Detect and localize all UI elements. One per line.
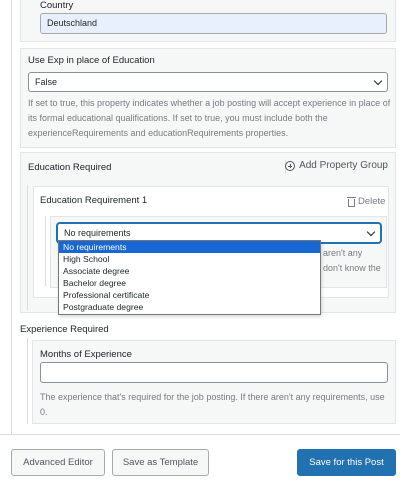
country-label: Country xyxy=(40,0,74,11)
education-help-visible-1: aren't any xyxy=(323,248,363,258)
trash-icon xyxy=(347,196,356,207)
education-help-visible-2: don't know the xyxy=(323,263,381,273)
save-as-template-button[interactable]: Save as Template xyxy=(112,449,209,476)
add-property-group-button[interactable]: Add Property Group xyxy=(285,160,388,171)
education-label: Education Required xyxy=(28,162,112,173)
add-circle-icon xyxy=(285,160,296,171)
option-postgraduate-degree[interactable]: Postgraduate degree xyxy=(59,301,320,313)
delete-button[interactable]: Delete xyxy=(347,196,386,207)
add-property-group-label: Add Property Group xyxy=(299,160,388,171)
save-for-post-button[interactable]: Save for this Post xyxy=(297,449,396,476)
education-options-list: No requirements High School Associate de… xyxy=(58,240,321,315)
use-exp-label: Use Exp in place of Education xyxy=(28,55,155,66)
education-selected-value: No requirements xyxy=(64,228,131,238)
months-input[interactable] xyxy=(40,362,388,383)
use-exp-select[interactable]: False xyxy=(28,72,388,92)
months-label: Months of Experience xyxy=(40,349,132,360)
tree-line-outer xyxy=(11,0,12,434)
experience-help: The experience that's required for the j… xyxy=(40,392,385,417)
option-professional-certificate[interactable]: Professional certificate xyxy=(59,289,320,301)
advanced-editor-button[interactable]: Advanced Editor xyxy=(11,449,105,476)
tree-line-education xyxy=(27,185,28,310)
schema-editor: Country Deutschland Use Exp in place of … xyxy=(0,0,400,484)
country-input[interactable]: Deutschland xyxy=(40,13,387,34)
option-associate-degree[interactable]: Associate degree xyxy=(59,265,320,277)
chevron-down-icon xyxy=(366,227,376,237)
option-no-requirements[interactable]: No requirements xyxy=(59,241,320,253)
tree-line-inner xyxy=(45,216,46,286)
chevron-down-icon xyxy=(373,76,383,86)
footer-bar: Advanced Editor Save as Template Save fo… xyxy=(0,434,400,484)
tree-line-experience xyxy=(27,338,28,424)
option-high-school[interactable]: High School xyxy=(59,253,320,265)
experience-label: Experience Required xyxy=(20,324,109,335)
use-exp-selected-value: False xyxy=(35,77,58,87)
delete-label: Delete xyxy=(358,196,386,207)
education-requirement-title: Education Requirement 1 xyxy=(40,195,148,206)
option-bachelor-degree[interactable]: Bachelor degree xyxy=(59,277,320,289)
use-exp-help: If set to true, this property indicates … xyxy=(28,98,391,138)
